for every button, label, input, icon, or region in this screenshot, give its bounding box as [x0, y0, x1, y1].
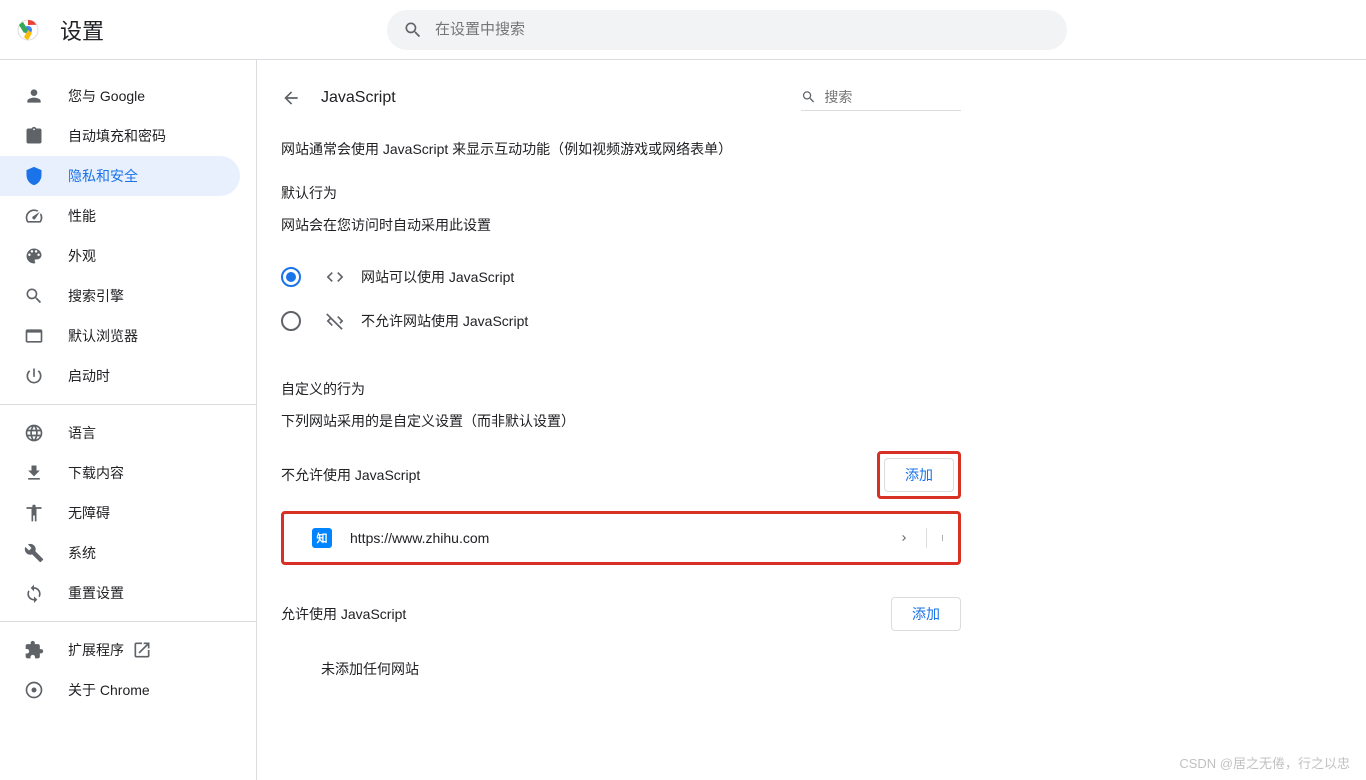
highlight-box: 添加	[877, 451, 961, 499]
settings-search[interactable]	[387, 10, 1067, 50]
chrome-logo-icon	[16, 18, 40, 42]
add-allow-site-button[interactable]: 添加	[891, 597, 961, 631]
sidebar-item-label: 您与 Google	[68, 86, 145, 106]
clipboard-icon	[24, 126, 44, 146]
allow-list-title: 允许使用 JavaScript	[281, 604, 406, 624]
sidebar-item-label: 隐私和安全	[68, 166, 138, 186]
custom-behavior-desc: 下列网站采用的是自定义设置（而非默认设置）	[281, 411, 961, 431]
wrench-icon	[24, 543, 44, 563]
add-block-site-button[interactable]: 添加	[884, 458, 954, 492]
page-search[interactable]	[801, 84, 961, 111]
sidebar-item-puzzle[interactable]: 扩展程序	[0, 630, 240, 670]
radio-allow-js[interactable]: 网站可以使用 JavaScript	[281, 255, 961, 299]
sidebar-item-label: 外观	[68, 246, 96, 266]
custom-behavior-title: 自定义的行为	[281, 379, 961, 399]
power-icon	[24, 366, 44, 386]
sidebar-item-label: 默认浏览器	[68, 326, 138, 346]
radio-button[interactable]	[281, 311, 301, 331]
sidebar-item-label: 自动填充和密码	[68, 126, 166, 146]
radio-button-checked[interactable]	[281, 267, 301, 287]
content-area: JavaScript 网站通常会使用 JavaScript 来显示互动功能（例如…	[256, 60, 1366, 780]
radio-block-js[interactable]: 不允许网站使用 JavaScript	[281, 299, 961, 343]
watermark-text: CSDN @居之无倦，行之以忠	[1179, 753, 1350, 772]
site-favicon: 知	[312, 528, 332, 548]
more-vert-icon[interactable]	[926, 528, 946, 548]
chevron-right-icon[interactable]	[898, 532, 910, 544]
sidebar-item-label: 搜索引擎	[68, 286, 124, 306]
sidebar-item-label: 关于 Chrome	[68, 680, 150, 700]
code-off-icon	[325, 311, 345, 331]
page-title: JavaScript	[321, 89, 801, 107]
search-icon	[801, 88, 816, 106]
back-arrow-icon[interactable]	[281, 88, 301, 108]
highlight-box: 知 https://www.zhihu.com	[281, 511, 961, 565]
page-description: 网站通常会使用 JavaScript 来显示互动功能（例如视频游戏或网络表单）	[281, 139, 961, 159]
sidebar-item-label: 下载内容	[68, 463, 124, 483]
block-list-title: 不允许使用 JavaScript	[281, 465, 420, 485]
sidebar-item-globe[interactable]: 语言	[0, 413, 240, 453]
sidebar-item-label: 重置设置	[68, 583, 124, 603]
app-title: 设置	[60, 14, 104, 46]
sidebar-item-speed[interactable]: 性能	[0, 196, 240, 236]
search-icon	[24, 286, 44, 306]
code-icon	[325, 267, 345, 287]
sidebar-item-label: 无障碍	[68, 503, 110, 523]
sidebar-item-label: 启动时	[68, 366, 110, 386]
sidebar-item-browser[interactable]: 默认浏览器	[0, 316, 240, 356]
sidebar-item-clipboard[interactable]: 自动填充和密码	[0, 116, 240, 156]
sidebar-item-person[interactable]: 您与 Google	[0, 76, 240, 116]
sidebar-item-reset[interactable]: 重置设置	[0, 573, 240, 613]
sidebar-item-label: 性能	[68, 206, 96, 226]
reset-icon	[24, 583, 44, 603]
globe-icon	[24, 423, 44, 443]
page-search-input[interactable]	[824, 89, 961, 105]
sidebar-item-shield[interactable]: 隐私和安全	[0, 156, 240, 196]
sidebar-item-label: 扩展程序	[68, 640, 124, 660]
sidebar: 您与 Google 自动填充和密码隐私和安全性能外观搜索引擎默认浏览器启动时语言下…	[0, 60, 256, 780]
sidebar-item-label: 语言	[68, 423, 96, 443]
browser-icon	[24, 326, 44, 346]
open-external-icon	[132, 640, 152, 660]
shield-icon	[24, 166, 44, 186]
puzzle-icon	[24, 640, 44, 660]
download-icon	[24, 463, 44, 483]
speed-icon	[24, 206, 44, 226]
accessibility-icon	[24, 503, 44, 523]
sidebar-item-accessibility[interactable]: 无障碍	[0, 493, 240, 533]
blocked-site-row[interactable]: 知 https://www.zhihu.com	[284, 518, 958, 558]
settings-search-input[interactable]	[435, 21, 1051, 38]
app-header: 设置	[0, 0, 1366, 60]
default-behavior-title: 默认行为	[281, 183, 961, 203]
sidebar-item-wrench[interactable]: 系统	[0, 533, 240, 573]
sidebar-item-chrome[interactable]: 关于 Chrome	[0, 670, 240, 710]
palette-icon	[24, 246, 44, 266]
allow-list-empty: 未添加任何网站	[281, 643, 961, 687]
sidebar-item-palette[interactable]: 外观	[0, 236, 240, 276]
sidebar-item-label: 系统	[68, 543, 96, 563]
sidebar-item-power[interactable]: 启动时	[0, 356, 240, 396]
search-icon	[403, 20, 423, 40]
sidebar-item-search[interactable]: 搜索引擎	[0, 276, 240, 316]
default-behavior-desc: 网站会在您访问时自动采用此设置	[281, 215, 961, 235]
person-icon	[24, 86, 44, 106]
sidebar-item-download[interactable]: 下载内容	[0, 453, 240, 493]
radio-allow-label: 网站可以使用 JavaScript	[361, 267, 514, 287]
site-url: https://www.zhihu.com	[350, 530, 898, 546]
radio-block-label: 不允许网站使用 JavaScript	[361, 311, 528, 331]
chrome-icon	[24, 680, 44, 700]
